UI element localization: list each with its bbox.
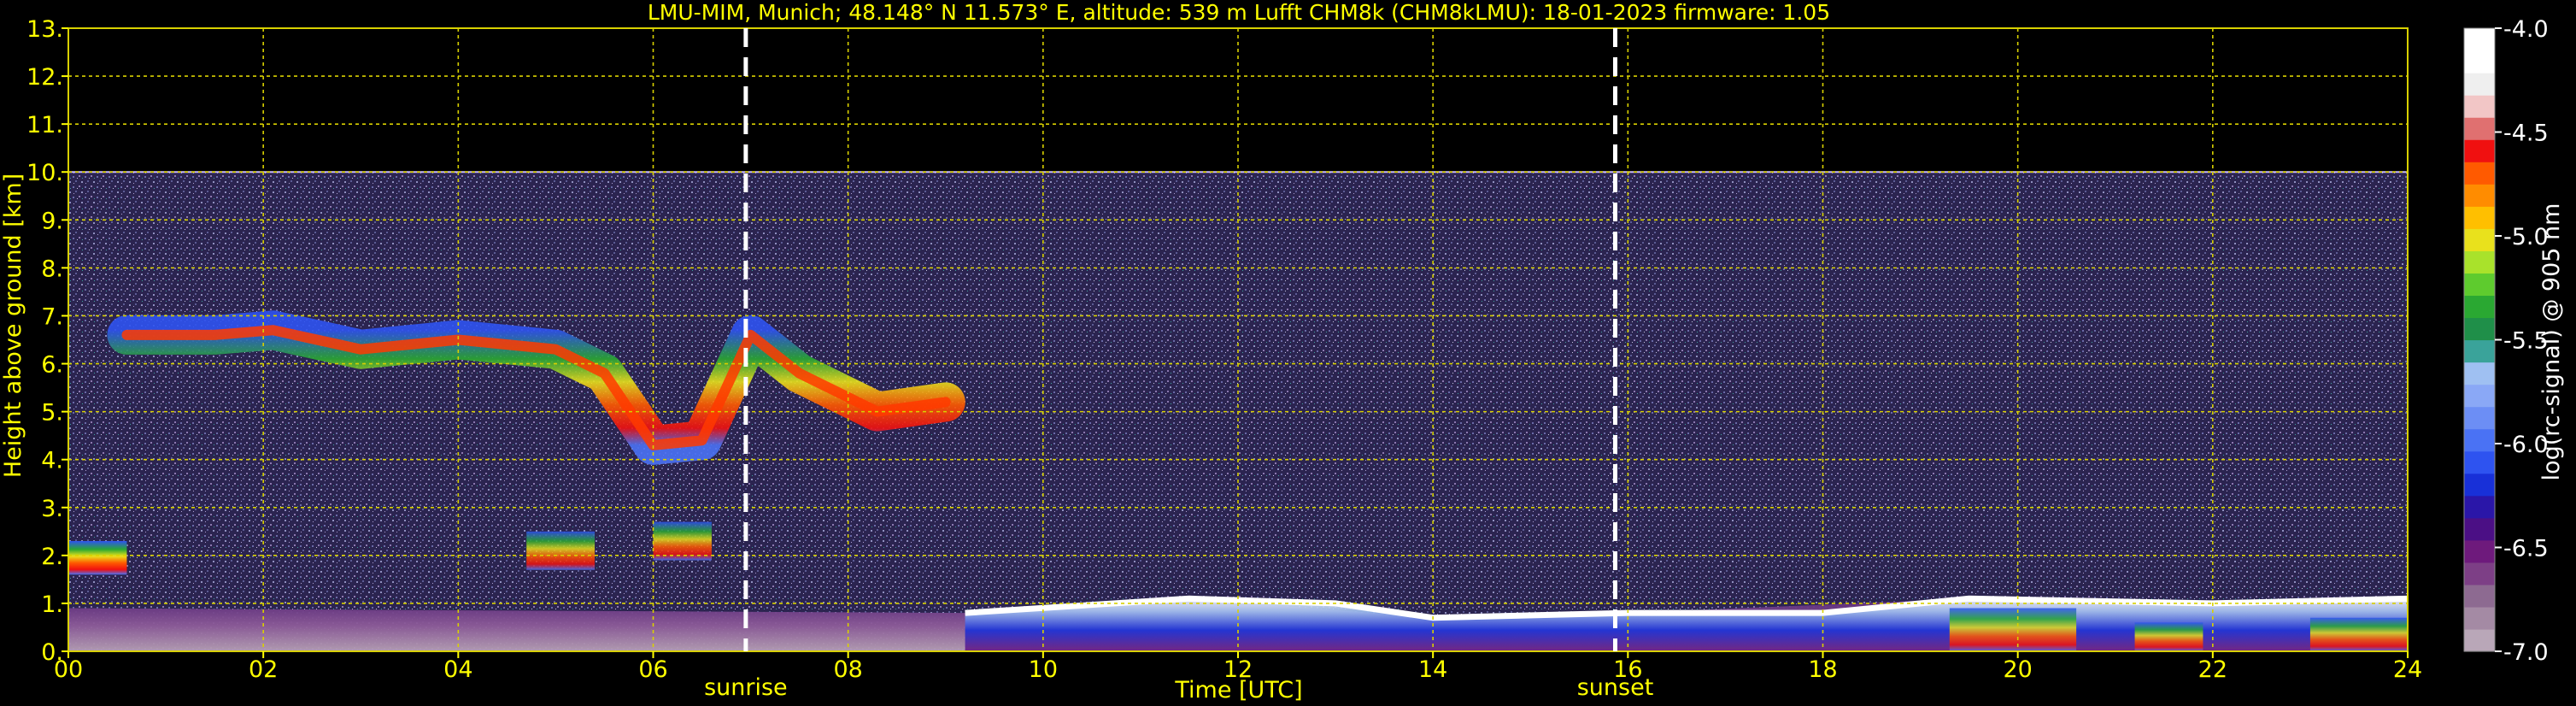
y-tick-label: 11. [26,112,63,138]
x-tick-label: 22 [2198,656,2227,683]
colorbar-swatch [2464,28,2495,51]
colorbar-swatch [2464,517,2495,541]
y-tick-label: 1. [41,591,63,618]
colorbar-swatch [2464,584,2495,608]
colorbar-swatch [2464,406,2495,430]
y-tick-label: 12. [26,64,63,91]
late-aerosol-patch [2309,617,2408,651]
colorbar-tick-label: -6.5 [2503,536,2549,562]
colorbar-swatch [2464,228,2495,251]
x-tick-label: 20 [2003,656,2032,683]
colorbar-swatch [2464,539,2495,563]
colorbar-swatch [2464,184,2495,207]
y-tick-label: 9. [41,208,63,234]
colorbar-swatch [2464,273,2495,297]
y-tick-label: 3. [41,496,63,522]
colorbar-swatch [2464,339,2495,363]
y-tick-label: 4. [41,448,63,474]
small-cloud-patch [653,521,712,561]
colorbar-swatch [2464,117,2495,140]
y-tick-label: 8. [41,256,63,282]
late-aerosol-patch [1949,608,2077,651]
colorbar-swatch [2464,428,2495,452]
x-tick-label: 18 [1808,656,1837,683]
colorbar-swatch [2464,384,2495,408]
colorbar-label: log(rc-signal) @ 905 nm [2538,203,2565,481]
y-tick-label: 13. [26,16,63,43]
y-tick-label: 0. [41,639,63,666]
y-tick-label: 5. [41,400,63,427]
colorbar-tick-label: -7.0 [2503,639,2549,666]
colorbar-swatch [2464,495,2495,519]
colorbar-swatch [2464,73,2495,96]
colorbar-swatch [2464,206,2495,229]
colorbar-tick-label: -4.5 [2503,121,2549,147]
colorbar-swatch [2464,606,2495,630]
x-tick-label: 04 [443,656,472,683]
colorbar-swatch [2464,162,2495,185]
y-tick-label: 10. [26,160,63,186]
x-tick-label: 02 [249,656,278,683]
colorbar-swatch [2464,50,2495,74]
x-tick-label: 16 [1613,656,1642,683]
ceilometer-chart: LMU-MIM, Munich; 48.148° N 11.573° E, al… [0,0,2565,703]
colorbar-tick-label: -4.0 [2503,16,2549,43]
colorbar-swatch [2464,473,2495,497]
x-tick-label: 08 [833,656,862,683]
colorbar: -4.0-4.5-5.0-5.5-6.0-6.5-7.0 [2463,16,2549,666]
x-tick-label: 14 [1418,656,1447,683]
small-cloud-patch [526,531,596,570]
y-tick-label: 6. [41,352,63,379]
y-axis: 0. 1. 2. 3. 4. 5. 6. 7. 8. 9. 10. 11. 12. 13. [26,16,68,666]
colorbar-swatch [2464,362,2495,385]
late-aerosol-patch [2134,622,2203,651]
chart-title: LMU-MIM, Munich; 48.148° N 11.573° E, al… [648,0,1830,25]
x-tick-label: 10 [1029,656,1058,683]
colorbar-swatch [2464,250,2495,274]
colorbar-swatch [2464,95,2495,118]
colorbar-swatch [2464,628,2495,652]
x-tick-label: 06 [638,656,667,683]
colorbar-swatch [2464,450,2495,474]
y-tick-label: 2. [41,544,63,570]
y-axis-label: Height above ground [km] [0,174,26,478]
early-low-cloud [68,541,127,575]
colorbar-swatch [2464,139,2495,162]
colorbar-swatch [2464,317,2495,341]
colorbar-swatch [2464,295,2495,319]
y-tick-label: 7. [41,303,63,330]
colorbar-swatch [2464,562,2495,585]
x-axis-label: Time [UTC] [1174,677,1302,703]
x-tick-label: 24 [2393,656,2422,683]
sunrise-label: sunrise [704,674,788,701]
